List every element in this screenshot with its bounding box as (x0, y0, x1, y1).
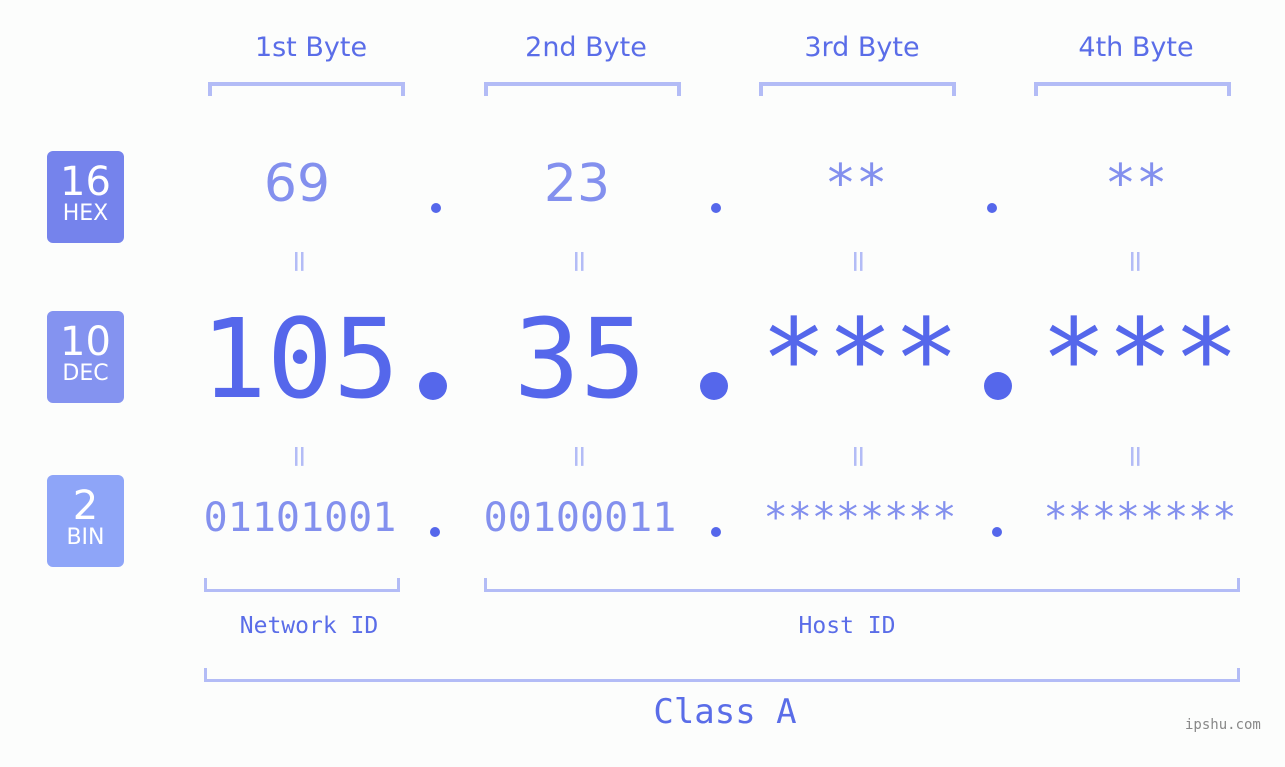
hex-badge-number: 16 (60, 159, 111, 205)
byte-bracket-3 (759, 82, 956, 96)
bin-dot-2 (711, 527, 721, 537)
equals-sign: = (282, 248, 318, 275)
bin-value-4: ******** (1043, 495, 1237, 541)
dec-dot-2 (700, 372, 728, 400)
hex-dot-2 (711, 203, 721, 213)
byte-bracket-2 (484, 82, 681, 96)
bin-value-1: 01101001 (203, 495, 397, 541)
host-id-bracket (484, 578, 1240, 592)
dec-value-3: *** (760, 295, 960, 423)
dec-dot-3 (984, 372, 1012, 400)
hex-badge-label: HEX (62, 201, 109, 226)
class-bracket (204, 668, 1240, 682)
watermark: ipshu.com (1185, 717, 1261, 733)
bin-badge-label: BIN (66, 525, 105, 550)
hex-value-3: ** (824, 154, 888, 214)
equals-sign: = (841, 443, 877, 470)
ip-class-label: Class A (653, 692, 797, 732)
equals-sign: = (562, 248, 598, 275)
network-id-bracket (204, 578, 400, 592)
bin-value-3: ******** (763, 495, 957, 541)
equals-sign: = (1118, 248, 1154, 275)
hex-badge: 16 HEX (47, 151, 124, 243)
equals-sign: = (282, 443, 318, 470)
byte-header-4: 4th Byte (1078, 32, 1194, 63)
bin-value-2: 00100011 (483, 495, 677, 541)
byte-bracket-1 (208, 82, 405, 96)
byte-header-1: 1st Byte (254, 32, 368, 63)
bin-dot-1 (430, 527, 440, 537)
host-id-label: Host ID (798, 613, 896, 639)
equals-sign: = (562, 443, 598, 470)
bin-badge-number: 2 (72, 483, 99, 529)
hex-value-2: 23 (543, 154, 611, 214)
network-id-label: Network ID (239, 613, 379, 639)
equals-sign: = (841, 248, 877, 275)
dec-value-2: 35 (513, 295, 647, 423)
byte-header-2: 2nd Byte (525, 32, 647, 63)
hex-dot-3 (987, 203, 997, 213)
dec-value-1: 105 (200, 295, 400, 423)
dec-badge-label: DEC (62, 361, 109, 386)
bin-badge: 2 BIN (47, 475, 124, 567)
hex-dot-1 (431, 203, 441, 213)
byte-bracket-4 (1034, 82, 1231, 96)
equals-sign: = (1118, 443, 1154, 470)
dec-dot-1 (419, 372, 447, 400)
hex-value-1: 69 (263, 154, 331, 214)
dec-value-4: *** (1040, 295, 1240, 423)
dec-badge: 10 DEC (47, 311, 124, 403)
dec-badge-number: 10 (60, 319, 111, 365)
hex-value-4: ** (1104, 154, 1168, 214)
bin-dot-3 (992, 527, 1002, 537)
byte-header-3: 3rd Byte (804, 32, 920, 63)
